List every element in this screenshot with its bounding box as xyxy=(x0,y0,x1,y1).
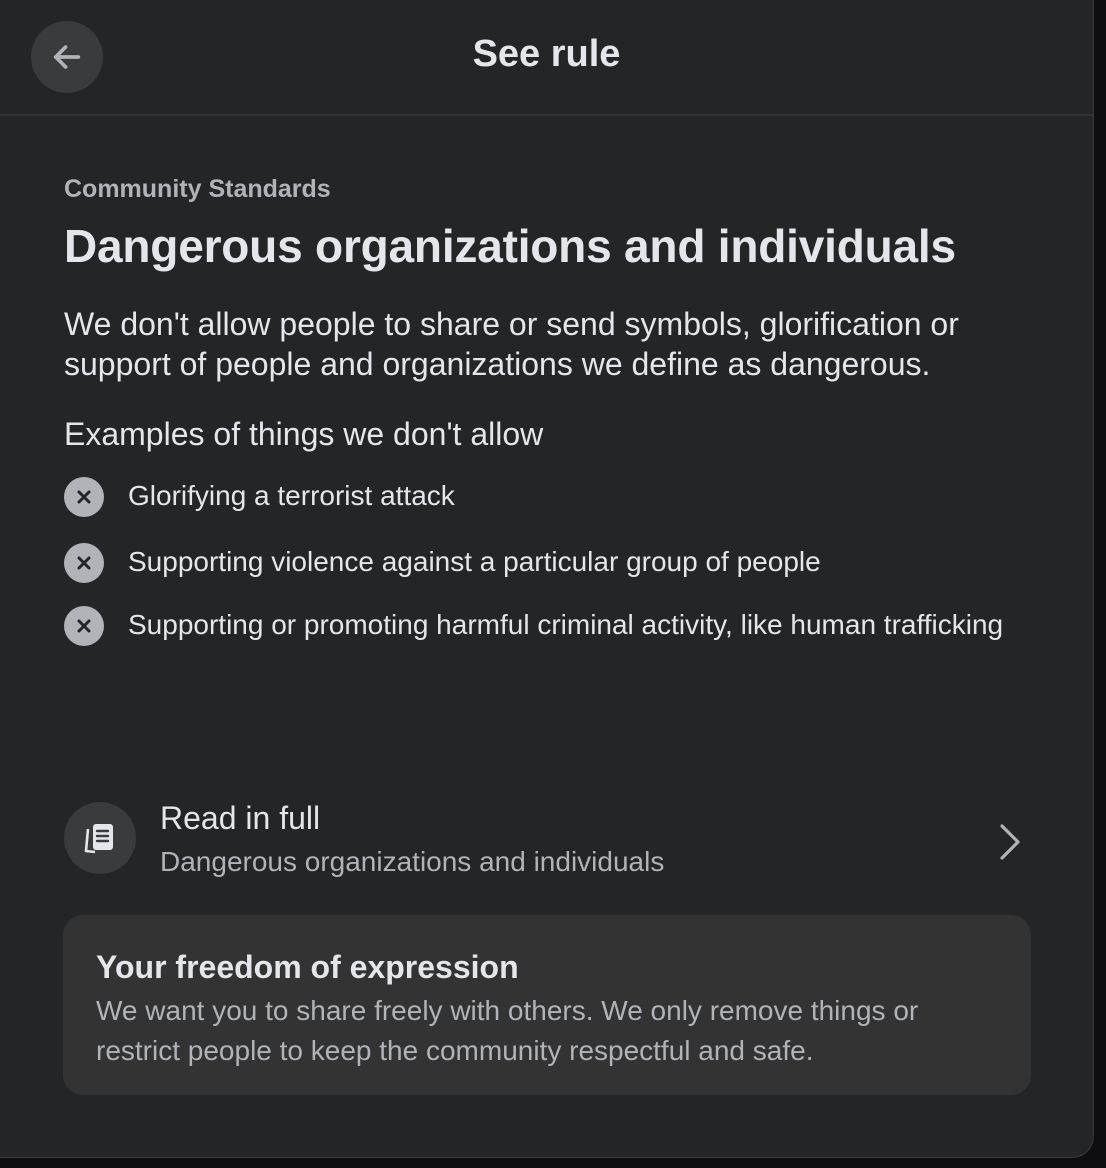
examples-list: Glorifying a terrorist attack Supporting… xyxy=(64,476,1030,646)
x-circle-icon xyxy=(64,606,104,646)
list-item: Glorifying a terrorist attack xyxy=(64,476,1030,517)
dialog-header: See rule xyxy=(0,0,1093,116)
freedom-of-expression-card: Your freedom of expression We want you t… xyxy=(63,915,1031,1095)
chevron-right-icon xyxy=(990,822,1030,862)
read-in-full-subtitle: Dangerous organizations and individuals xyxy=(160,846,665,877)
rule-category: Community Standards xyxy=(64,175,331,203)
examples-heading: Examples of things we don't allow xyxy=(64,416,544,452)
rule-description: We don't allow people to share or send s… xyxy=(64,306,959,382)
example-text: Supporting violence against a particular… xyxy=(128,546,821,577)
freedom-title: Your freedom of expression xyxy=(96,949,519,985)
rule-dialog: See rule Community Standards Dangerous o… xyxy=(0,0,1094,1158)
example-text: Glorifying a terrorist attack xyxy=(128,480,455,511)
read-in-full-title: Read in full xyxy=(160,800,321,836)
x-circle-icon xyxy=(64,543,104,583)
list-item: Supporting or promoting harmful criminal… xyxy=(64,605,1030,646)
example-text: Supporting or promoting harmful criminal… xyxy=(128,609,1004,640)
document-icon xyxy=(64,802,136,874)
rule-content: Community Standards Dangerous organizati… xyxy=(64,174,1030,671)
rule-title: Dangerous organizations and individuals xyxy=(64,220,956,272)
read-in-full-link[interactable]: Read in full Dangerous organizations and… xyxy=(64,794,1030,890)
x-circle-icon xyxy=(64,477,104,517)
freedom-text: We want you to share freely with others.… xyxy=(96,995,919,1066)
dialog-title: See rule xyxy=(472,33,621,75)
list-item: Supporting violence against a particular… xyxy=(64,542,1030,583)
